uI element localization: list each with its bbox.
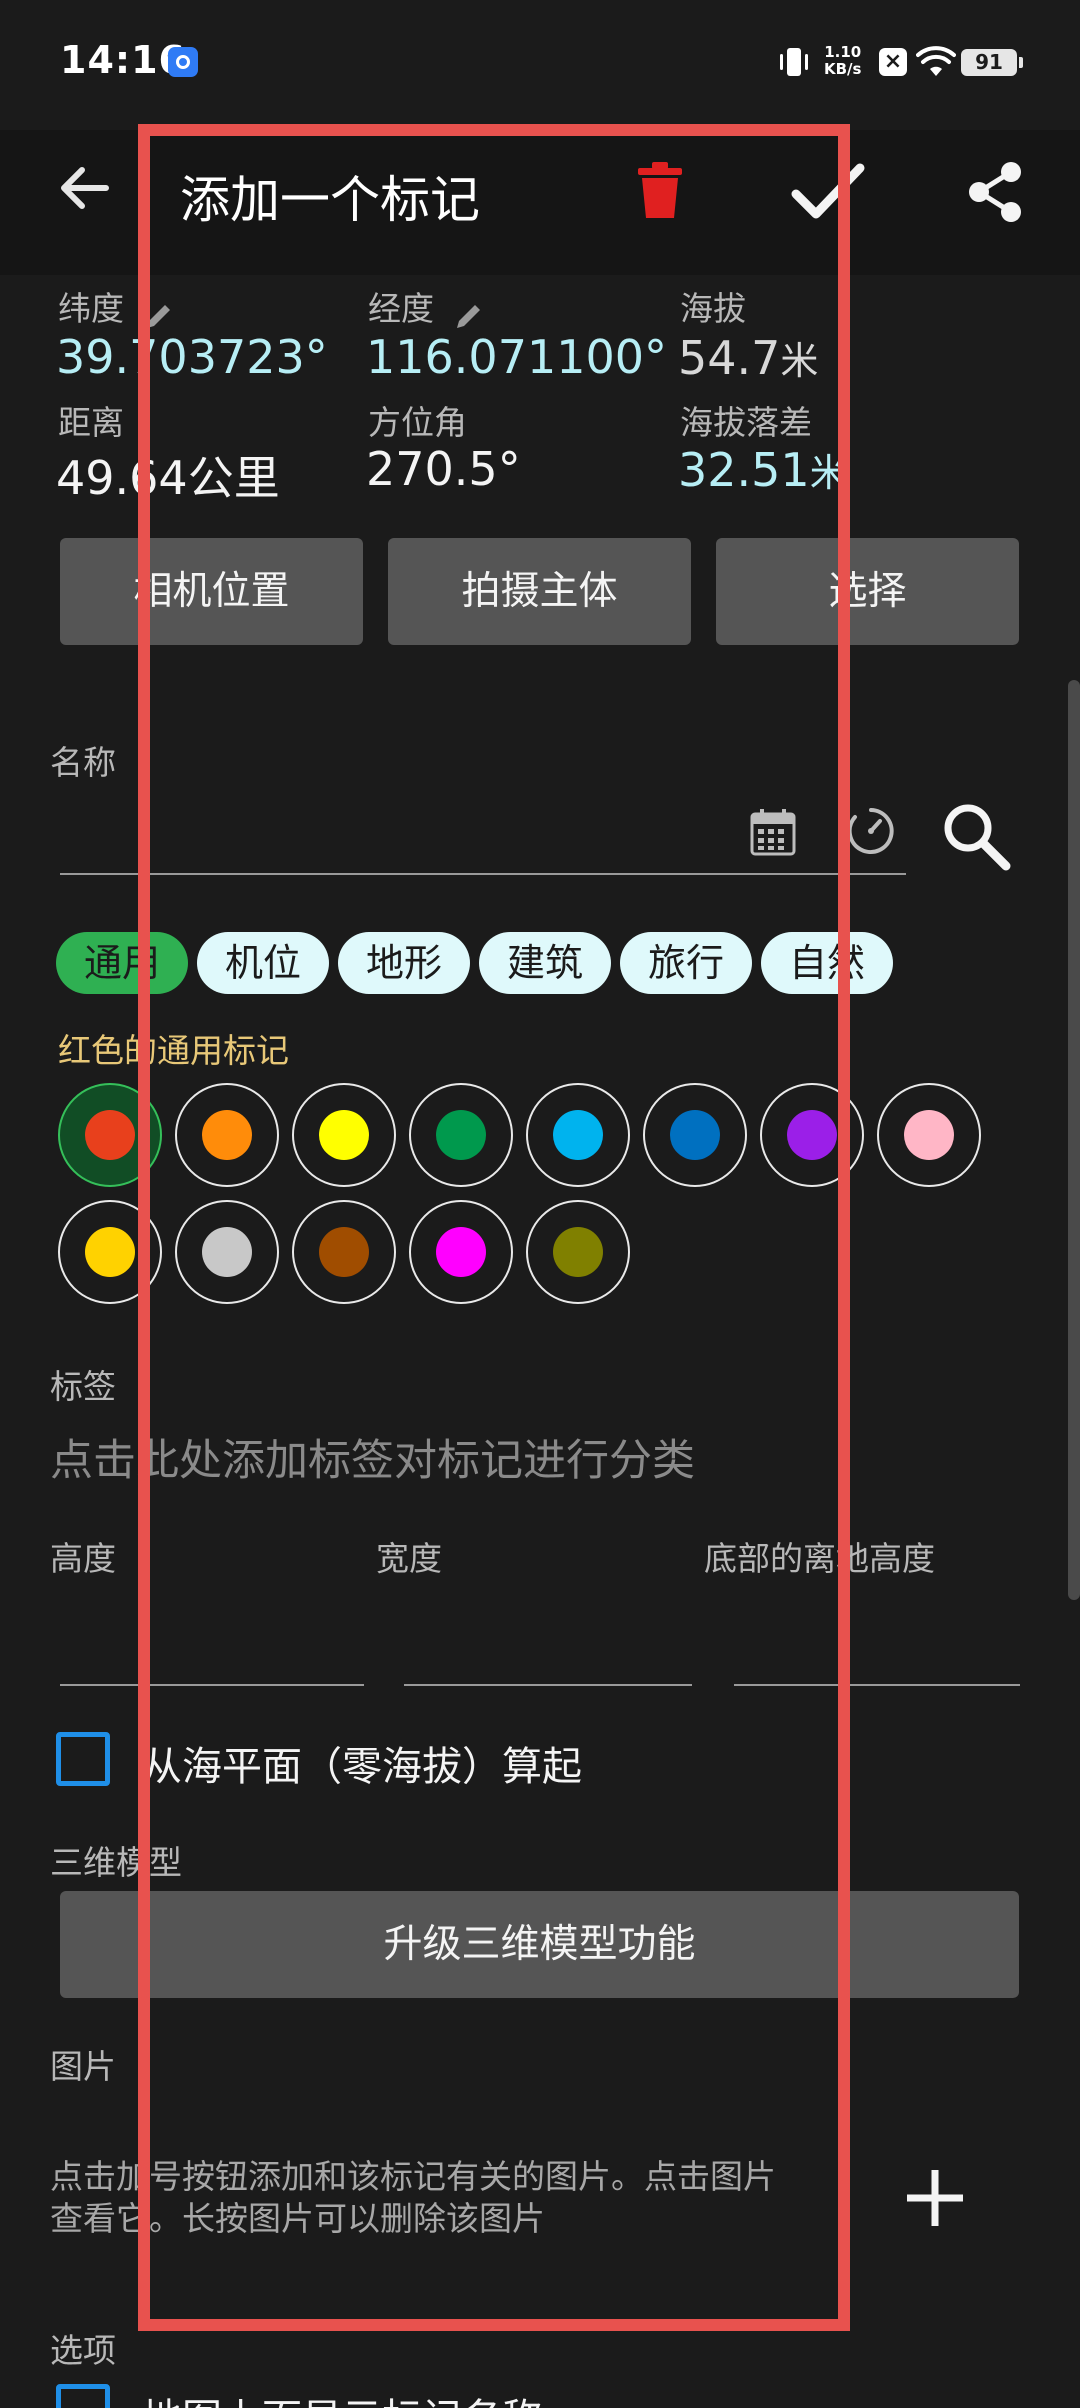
color-dot-gold	[85, 1227, 135, 1277]
options-label: 选项	[50, 2331, 116, 2370]
images-label: 图片	[50, 2047, 116, 2086]
vibrate-icon	[780, 48, 808, 76]
add-image-icon[interactable]	[905, 2168, 965, 2228]
color-swatch-pink[interactable]	[877, 1083, 981, 1187]
search-icon[interactable]	[940, 800, 1012, 872]
network-speed-value: 1.10	[824, 43, 862, 61]
color-dot-red	[85, 1110, 135, 1160]
latitude-label: 纬度	[58, 289, 124, 328]
show-name-checkbox[interactable]	[56, 2384, 110, 2408]
app-notification-icon	[168, 47, 198, 77]
battery-indicator: 91	[961, 49, 1023, 76]
wifi-icon	[916, 46, 956, 76]
show-name-checkbox-label: 地图上面显示标记名称	[142, 2386, 542, 2408]
highlight-box	[138, 124, 850, 2331]
network-speed-unit: KB/s	[824, 60, 862, 78]
name-label: 名称	[50, 743, 116, 782]
network-speed: 1.10 KB/s	[824, 44, 861, 78]
height-label: 高度	[50, 1539, 116, 1578]
close-notification-icon: ×	[879, 48, 907, 76]
color-dot-pink	[904, 1110, 954, 1160]
share-icon[interactable]	[965, 160, 1025, 224]
sea-level-checkbox[interactable]	[56, 1732, 110, 1786]
scrollbar[interactable]	[1068, 680, 1080, 1600]
back-arrow-icon[interactable]	[56, 160, 112, 216]
clock-icon[interactable]	[846, 806, 896, 856]
tags-label: 标签	[50, 1367, 116, 1406]
distance-label: 距离	[58, 403, 124, 442]
